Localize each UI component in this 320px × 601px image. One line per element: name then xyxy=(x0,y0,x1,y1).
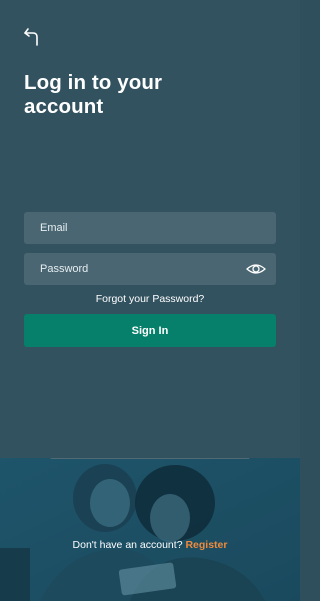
register-link[interactable]: Register xyxy=(185,539,227,551)
eye-icon[interactable] xyxy=(246,261,266,277)
footer-banner xyxy=(0,458,300,601)
back-button[interactable] xyxy=(19,24,43,48)
page-title-line-1: Log in to your xyxy=(24,71,163,94)
page-title: Log in to your account xyxy=(24,71,274,119)
email-field[interactable] xyxy=(24,212,276,244)
email-input[interactable] xyxy=(24,212,276,244)
password-input[interactable] xyxy=(24,253,276,285)
page-title-line-2: account xyxy=(24,95,104,118)
register-prompt-text: Don't have an account? xyxy=(72,539,186,551)
password-field[interactable] xyxy=(24,253,276,285)
people-photo xyxy=(0,458,300,601)
sheet-handle xyxy=(50,458,250,459)
back-arrow-icon xyxy=(24,28,38,46)
forgot-password-link[interactable]: Forgot your Password? xyxy=(0,293,300,305)
sign-in-button[interactable]: Sign In xyxy=(24,314,276,347)
register-prompt: Don't have an account? Register xyxy=(0,539,300,551)
